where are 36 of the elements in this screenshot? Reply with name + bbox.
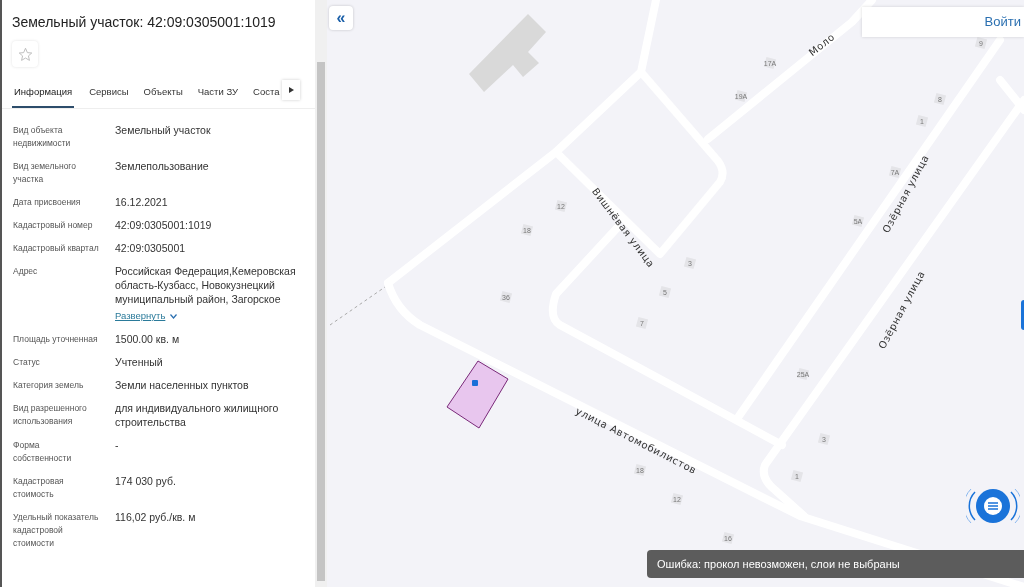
tab[interactable]: Сервисы	[89, 84, 129, 108]
property-value: для индивидуального жилищного строительства	[115, 401, 280, 430]
property-label: Кадастровая стоимость	[13, 475, 65, 502]
property-label: Площадь уточненная	[13, 333, 99, 347]
panel-title: Земельный участок: 42:09:0305001:1019	[11, 13, 277, 31]
property-value: 16.12.2021	[115, 195, 169, 209]
tab[interactable]: Соста	[253, 84, 280, 108]
property-label: Вид объекта недвижимости	[13, 124, 72, 150]
property-value: Землепользование	[115, 159, 210, 173]
property-label: Кадастровый квартал	[13, 242, 100, 255]
property-label: Адрес	[13, 265, 39, 278]
expand-link[interactable]: Развернуть	[115, 309, 178, 324]
property-value: Земельный участок	[115, 123, 212, 137]
property-value: 1500.00 кв. м	[115, 332, 181, 347]
tab[interactable]: Объекты	[143, 84, 183, 108]
property-value: 174 030 руб.	[115, 474, 177, 489]
error-toast: Ошибка: прокол невозможен, слои не выбраны	[647, 550, 1024, 578]
property-label: Категория земель	[13, 379, 85, 393]
property-value: Земли населенных пунктов	[115, 378, 250, 393]
property-label: Дата присвоения	[13, 196, 82, 209]
property-label: Удельный показатель кадастровой стоимости	[13, 511, 100, 551]
login-button[interactable]: Войти	[862, 7, 1024, 37]
property-value: 42:09:0305001:1019	[115, 218, 213, 232]
property-value: 42:09:0305001	[115, 241, 187, 255]
property-value: -	[115, 438, 120, 453]
property-label: Форма собственности	[13, 439, 73, 466]
property-value: Российская Федерация,Кемеровская область-Кузбасс, Новокузнецкий муниципальный район, Загорское	[115, 264, 297, 306]
property-label: Вид земельного участка	[13, 160, 77, 186]
property-value: 116,02 руб./кв. м	[115, 510, 197, 525]
collapse-panel-button[interactable]: «	[329, 6, 353, 30]
property-label: Статус	[13, 356, 41, 370]
tab[interactable]: Информация	[12, 84, 75, 108]
tab[interactable]: Части ЗУ	[197, 84, 239, 108]
property-value: Учтенный	[115, 355, 164, 370]
property-label: Вид разрешенного использования	[13, 402, 88, 429]
property-label: Кадастровый номер	[13, 219, 94, 232]
